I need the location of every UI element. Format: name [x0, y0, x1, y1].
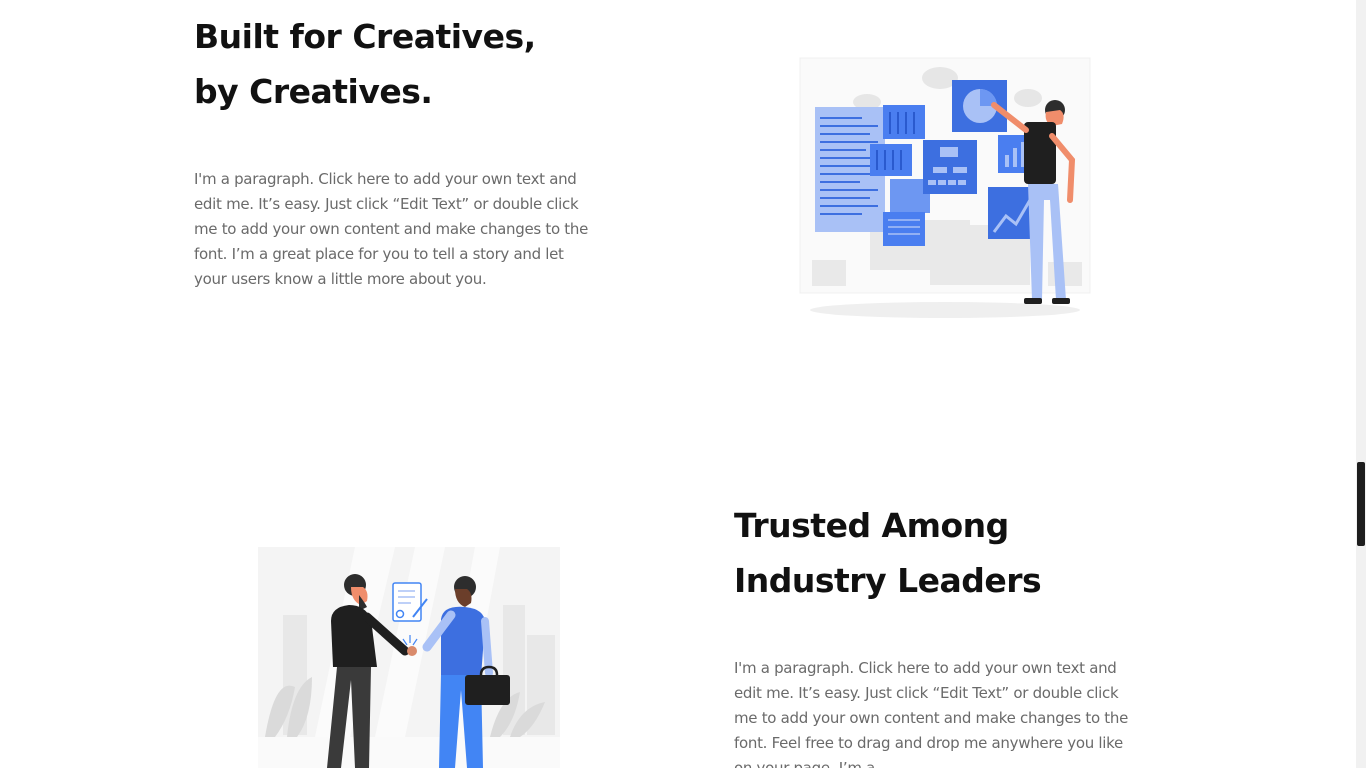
person-with-dashboard-screens-illustration: [799, 57, 1091, 318]
section-1-paragraph: I'm a paragraph. Click here to add your …: [194, 170, 589, 288]
section-2-heading-line-2: Industry Leaders: [734, 561, 1042, 600]
page: Built for Creatives, by Creatives. I'm a…: [0, 0, 1356, 768]
scrollbar-thumb[interactable]: [1357, 462, 1365, 546]
section-2-heading: Trusted Among Industry Leaders: [734, 498, 1042, 608]
section-2-paragraph: I'm a paragraph. Click here to add your …: [734, 659, 1129, 768]
section-1-heading-line-2: by Creatives.: [194, 72, 433, 111]
vertical-scrollbar[interactable]: [1356, 0, 1366, 768]
section-1-heading: Built for Creatives, by Creatives.: [194, 9, 536, 119]
handshake-business-deal-illustration: [258, 547, 560, 768]
section-2-heading-line-1: Trusted Among: [734, 506, 1009, 545]
section-1-heading-line-1: Built for Creatives,: [194, 17, 536, 56]
